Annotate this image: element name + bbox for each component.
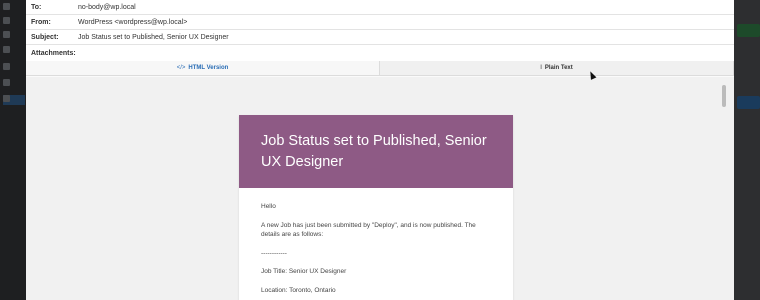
admin-right-background [734,0,760,300]
email-job-title: Job Title: Senior UX Designer [261,268,347,275]
code-icon: </> [176,65,186,71]
bg-green-button [737,24,760,37]
email-html-preview[interactable]: Job Status set to Published, Senior UX D… [26,77,734,300]
tab-html-label: HTML Version [188,65,229,71]
bg-menu-item [3,46,25,53]
email-heading: Job Status set to Published, Senior UX D… [239,115,513,188]
email-preview-modal: To: no-body@wp.local From: WordPress <wo… [26,0,734,300]
from-label: From: [31,18,51,26]
subject-value: Job Status set to Published, Senior UX D… [78,33,229,41]
email-greeting: Hello [261,203,276,210]
email-body: Hello A new Job has just been submitted … [239,188,513,295]
bg-menu-item [3,3,25,10]
to-row: To: no-body@wp.local [26,0,734,15]
subject-label: Subject: [31,33,59,41]
tab-plain-text[interactable]: I Plain Text [380,61,734,75]
bg-menu-item [3,79,25,86]
to-label: To: [31,3,42,11]
attachments-label: Attachments: [31,50,76,57]
email-location: Location: Toronto, Ontario [261,286,336,294]
bg-menu-item [3,63,25,70]
subject-row: Subject: Job Status set to Published, Se… [26,30,734,45]
bg-blue-button [737,96,760,109]
bg-menu-item [3,17,25,24]
to-value: no-body@wp.local [78,3,136,11]
preview-tabs: </> HTML Version I Plain Text [26,61,734,76]
from-row: From: WordPress <wordpress@wp.local> [26,15,734,30]
admin-sidebar-background [0,0,26,300]
text-cursor-icon: I [540,65,542,71]
preview-scrollbar[interactable] [722,85,726,107]
from-value: WordPress <wordpress@wp.local> [78,18,188,26]
email-intro: A new Job has just been submitted by "De… [261,221,476,239]
email-divider: ------------ [261,249,287,257]
bg-menu-item [3,31,25,38]
bg-menu-item-active [3,95,25,105]
tab-plain-label: Plain Text [544,65,573,71]
tab-html-version[interactable]: </> HTML Version [26,61,380,75]
email-card: Job Status set to Published, Senior UX D… [239,115,513,300]
